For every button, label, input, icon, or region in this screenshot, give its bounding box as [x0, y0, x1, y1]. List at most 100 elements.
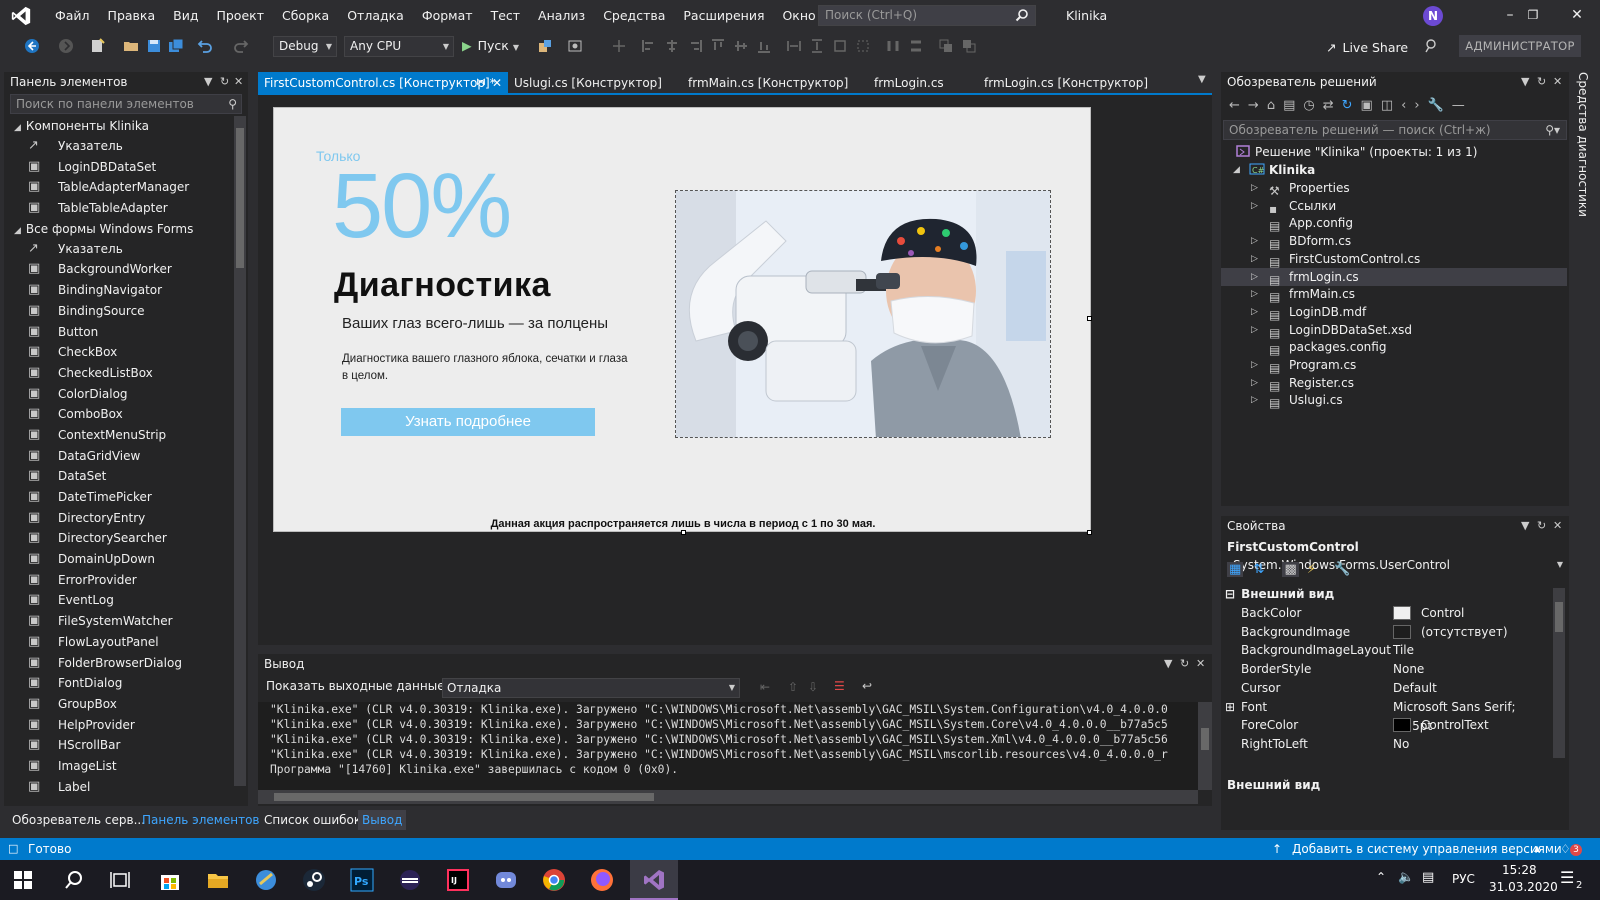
attach-icon[interactable]	[537, 38, 553, 54]
project-node[interactable]: ◢ C# Klinika	[1233, 161, 1315, 179]
toolbox-item[interactable]: ▣ TableTableAdapter	[4, 198, 248, 219]
solution-item[interactable]: ▷ ▪ Ссылки	[1221, 197, 1567, 216]
menu-test[interactable]: Тест	[482, 0, 529, 31]
volume-icon[interactable]: 🔈	[1398, 870, 1414, 885]
align-rights-icon[interactable]	[687, 38, 703, 54]
property-value[interactable]: Default	[1393, 679, 1437, 698]
menu-view[interactable]: Вид	[164, 0, 207, 31]
property-value[interactable]: (отсутствует)	[1393, 623, 1508, 642]
pin-icon[interactable]: ⋈	[476, 72, 486, 94]
configuration-dropdown[interactable]: Debug ▼	[273, 36, 337, 57]
horizontal-spacing-icon[interactable]	[885, 38, 901, 54]
clock-date[interactable]: 31.03.2020	[1489, 880, 1558, 894]
menu-extensions[interactable]: Расширения	[674, 0, 773, 31]
expand-triangle-icon[interactable]: ▷	[1251, 391, 1258, 409]
steam-icon[interactable]	[302, 868, 326, 892]
restore-icon[interactable]: ❐	[1510, 0, 1556, 31]
toolbox-item[interactable]: ▣ BindingNavigator	[4, 280, 248, 301]
property-row[interactable]: ⊞ Font Microsoft Sans Serif; 8,25pt	[1221, 698, 1551, 733]
toolbox-search-input[interactable]: Поиск по панели элементов ⚲	[10, 94, 242, 114]
quick-search-input[interactable]: Поиск (Ctrl+Q)	[818, 5, 1036, 26]
toolbox-item[interactable]: ▣ ContextMenuStrip	[4, 425, 248, 446]
output-vertical-scrollbar[interactable]	[1198, 702, 1212, 790]
intellij-icon[interactable]: IJ	[446, 868, 470, 892]
dropdown-icon[interactable]: ▼	[1521, 72, 1529, 92]
tab-overflow-icon[interactable]: ▼	[1198, 74, 1206, 85]
menu-build[interactable]: Сборка	[273, 0, 338, 31]
show-all-files-icon[interactable]: ◫	[1381, 98, 1401, 113]
toolbox-item[interactable]: ▣ DataGridView	[4, 446, 248, 467]
solution-item[interactable]: ▷ ▤ Uslugi.cs	[1221, 391, 1567, 410]
expand-triangle-icon[interactable]: ▷	[1251, 356, 1258, 374]
solution-item[interactable]: ▷ ▤ LoginDBDataSet.xsd	[1221, 321, 1567, 340]
word-wrap-icon[interactable]: ↩	[862, 679, 872, 693]
toolbox-item[interactable]: ▣ ComboBox	[4, 404, 248, 425]
expand-triangle-icon[interactable]: ▷	[1251, 374, 1258, 392]
discord-icon[interactable]	[494, 868, 518, 892]
property-row[interactable]: BackColor Control	[1221, 604, 1551, 623]
chrome-icon[interactable]	[542, 868, 566, 892]
add-to-source-control-button[interactable]: Добавить в систему управления версиями	[1292, 838, 1562, 860]
save-icon[interactable]	[146, 38, 162, 54]
task-view-icon[interactable]	[108, 868, 132, 892]
app-icon[interactable]	[254, 868, 278, 892]
output-text-area[interactable]: "Klinika.exe" (CLR v4.0.30319: Klinika.e…	[258, 702, 1198, 790]
dropdown-icon[interactable]: ▼	[1164, 654, 1172, 674]
toolbox-item[interactable]: ▣ DataSet	[4, 466, 248, 487]
expand-triangle-icon[interactable]: ▷	[1251, 232, 1258, 250]
expand-triangle-icon[interactable]: ▷	[1251, 285, 1258, 303]
tab-output[interactable]: Вывод	[358, 810, 407, 830]
pin-icon[interactable]: ↻	[220, 72, 229, 92]
toolbox-item[interactable]: ▣ DateTimePicker	[4, 487, 248, 508]
scrollbar-thumb[interactable]	[236, 128, 244, 268]
dropdown-icon[interactable]: ▼	[1521, 516, 1529, 536]
toolbox-item[interactable]: ▣ ColorDialog	[4, 384, 248, 405]
toolbox-item[interactable]: ▣ FolderBrowserDialog	[4, 653, 248, 674]
toolbox-item[interactable]: ▣ FlowLayoutPanel	[4, 632, 248, 653]
category-appearance[interactable]: ⊟ Внешний вид	[1225, 585, 1334, 603]
close-icon[interactable]: ✕	[1553, 516, 1562, 536]
property-row[interactable]: BackgroundImage (отсутствует)	[1221, 623, 1551, 642]
solution-item[interactable]: ▷ ▤ LoginDB.mdf	[1221, 303, 1567, 322]
close-icon[interactable]: ✕	[234, 72, 243, 92]
new-project-icon[interactable]	[89, 38, 105, 54]
toolbox-item[interactable]: ▣ Button	[4, 322, 248, 343]
size-to-grid-icon[interactable]	[855, 38, 871, 54]
align-grid-icon[interactable]	[611, 38, 627, 54]
tab-frmlogin-designer[interactable]: frmLogin.cs [Конструктор]	[978, 72, 1154, 94]
prev-message-icon[interactable]: ⇧	[788, 680, 798, 694]
eclipse-icon[interactable]	[398, 868, 422, 892]
windows-start-icon[interactable]	[14, 871, 32, 889]
doctor-microscope-picture[interactable]	[675, 190, 1051, 438]
property-row[interactable]: Cursor Default	[1221, 679, 1551, 698]
same-width-icon[interactable]	[786, 38, 802, 54]
next-message-icon[interactable]: ⇩	[808, 680, 818, 694]
toolbox-item[interactable]: ▣ FileSystemWatcher	[4, 611, 248, 632]
same-height-icon[interactable]	[809, 38, 825, 54]
align-lefts-icon[interactable]	[641, 38, 657, 54]
solution-item[interactable]: ▤ packages.config	[1221, 338, 1567, 357]
menu-tools[interactable]: Средства	[594, 0, 674, 31]
solution-search-input[interactable]: Обозреватель решений — поиск (Ctrl+ж) ⚲▾	[1223, 120, 1567, 140]
properties-view-icon[interactable]: ▩	[1282, 562, 1299, 577]
menu-format[interactable]: Формат	[413, 0, 482, 31]
input-language[interactable]: РУС	[1452, 872, 1475, 886]
property-value[interactable]: Control	[1393, 604, 1464, 623]
object-selector-dropdown[interactable]: FirstCustomControl System.Windows.Forms.…	[1227, 538, 1563, 572]
toolbox-item[interactable]: ▣ HelpProvider	[4, 715, 248, 736]
view-code-icon[interactable]: ‹›	[1401, 98, 1427, 113]
home-icon[interactable]: ⌂	[1267, 98, 1283, 113]
toolbox-item[interactable]: ▣ GroupBox	[4, 694, 248, 715]
vertical-spacing-icon[interactable]	[908, 38, 924, 54]
undo-icon[interactable]	[197, 38, 213, 54]
toolbox-item[interactable]: ▣ EventLog	[4, 590, 248, 611]
send-to-back-icon[interactable]	[961, 38, 977, 54]
expand-triangle-icon[interactable]: ▷	[1251, 321, 1258, 339]
close-icon[interactable]: ✕	[1553, 72, 1562, 92]
toolbox-item[interactable]: ▣ ImageList	[4, 756, 248, 777]
toolbox-item[interactable]: ▣ HScrollBar	[4, 735, 248, 756]
tab-frmmain-designer[interactable]: frmMain.cs [Конструктор]	[682, 72, 854, 94]
dropdown-icon[interactable]: ▼	[204, 72, 212, 92]
live-share-button[interactable]: ↗ Live Share	[1326, 40, 1408, 55]
solution-item[interactable]: ▷ ⚒ Properties	[1221, 179, 1567, 198]
